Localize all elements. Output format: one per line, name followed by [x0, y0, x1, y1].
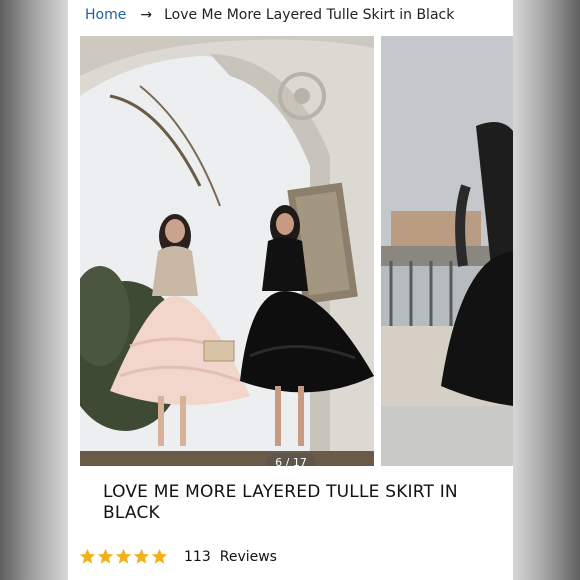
rating-summary[interactable]: 113 Reviews [79, 548, 277, 565]
star-icon [97, 548, 114, 564]
background-left [0, 0, 68, 580]
star-icon [151, 548, 168, 564]
product-photo-main[interactable]: 6 / 17 [80, 36, 374, 466]
review-count[interactable]: 113 [184, 549, 211, 565]
background-right [512, 0, 580, 580]
photo-next-illustration [381, 36, 513, 466]
star-icon [133, 548, 150, 564]
product-title: LOVE ME MORE LAYERED TULLE SKIRT IN BLAC… [103, 482, 458, 523]
arrow-right-icon: → [140, 7, 153, 23]
breadcrumb: Home → Love Me More Layered Tulle Skirt … [85, 6, 454, 24]
image-gallery[interactable]: 6 / 17 [80, 36, 513, 466]
image-counter: 6 / 17 [266, 454, 316, 466]
star-rating [79, 548, 169, 565]
reviews-link[interactable]: Reviews [220, 549, 277, 565]
star-icon [79, 548, 96, 564]
photo-main-illustration [80, 36, 374, 466]
product-page: Home → Love Me More Layered Tulle Skirt … [68, 0, 513, 580]
breadcrumb-current: Love Me More Layered Tulle Skirt in Blac… [164, 7, 455, 23]
star-icon [115, 548, 132, 564]
product-photo-next[interactable] [381, 36, 513, 466]
breadcrumb-home-link[interactable]: Home [85, 7, 126, 23]
